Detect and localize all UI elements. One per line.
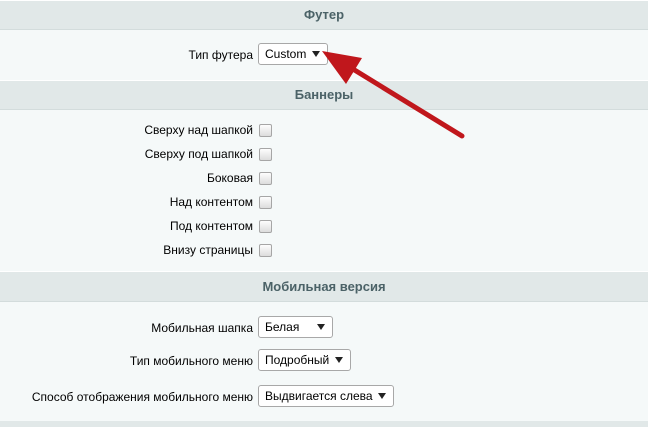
footer-type-row: Тип футера Custom [0,43,648,67]
banner-checkbox-side[interactable] [259,172,272,185]
mobile-header-label: Мобильная шапка [151,321,253,335]
footer-type-value: Custom [265,47,307,61]
banner-row-above-content: Над контентом [0,190,648,214]
banner-checkbox-top-above-header[interactable] [259,124,272,137]
mobile-menu-type-row: Тип мобильного меню Подробный [0,349,648,373]
section-header-banners: Баннеры [0,80,648,110]
footer-type-select[interactable]: Custom [258,43,328,65]
mobile-menu-display-label: Способ отображения мобильного меню [31,390,253,404]
mobile-menu-display-select[interactable]: Выдвигается слева [258,385,394,407]
chevron-down-icon [317,324,325,330]
mobile-menu-type-value: Подробный [265,353,330,367]
bottom-divider [0,421,648,427]
mobile-header-select[interactable]: Белая [258,316,333,338]
banner-row-below-content: Под контентом [0,214,648,238]
chevron-down-icon [312,51,320,57]
banner-row-page-bottom: Внизу страницы [0,238,648,262]
chevron-down-icon [335,357,343,363]
section-header-footer: Футер [0,0,648,30]
banner-label: Внизу страницы [163,243,253,257]
banner-row-side: Боковая [0,166,648,190]
banner-checkbox-above-content[interactable] [259,196,272,209]
footer-type-label: Тип футера [188,48,253,62]
banner-row-top-below-header: Сверху под шапкой [0,142,648,166]
banner-checkbox-below-content[interactable] [259,220,272,233]
banner-checkbox-top-below-header[interactable] [259,148,272,161]
mobile-menu-display-value: Выдвигается слева [265,389,373,403]
mobile-menu-type-select[interactable]: Подробный [258,349,351,371]
mobile-menu-display-row: Способ отображения мобильного меню Выдви… [0,385,648,409]
mobile-header-row: Мобильная шапка Белая [0,316,648,340]
banner-label: Над контентом [169,195,253,209]
banner-label: Боковая [206,171,253,185]
banner-row-top-above-header: Сверху над шапкой [0,118,648,142]
mobile-menu-type-label: Тип мобильного меню [129,354,253,368]
chevron-down-icon [378,393,386,399]
banner-label: Сверху над шапкой [144,123,253,137]
mobile-header-value: Белая [265,320,300,334]
banner-checkbox-page-bottom[interactable] [259,244,272,257]
banner-label: Под контентом [169,219,253,233]
banner-label: Сверху под шапкой [144,147,253,161]
section-header-mobile: Мобильная версия [0,271,648,302]
